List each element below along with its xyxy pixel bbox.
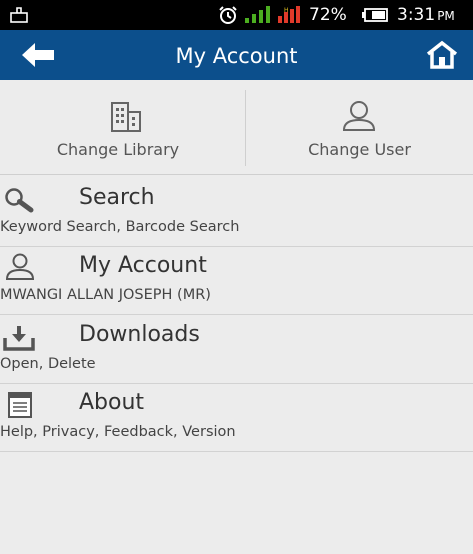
svg-text:H: H [284, 7, 289, 14]
menu-item-search[interactable]: Search Keyword Search, Barcode Search [0, 179, 473, 247]
menu-item-subtitle: MWANGI ALLAN JOSEPH (MR) [0, 287, 211, 303]
clock: 3:31 PM [397, 0, 455, 30]
top-actions: Change Library Change User [0, 82, 473, 175]
menu-item-subtitle: Keyword Search, Barcode Search [0, 219, 240, 235]
search-icon [5, 188, 34, 213]
menu-item-title: My Account [79, 253, 207, 278]
status-bar: H 72% 3:31 PM [0, 0, 473, 30]
menu-item-downloads[interactable]: Downloads Open, Delete [0, 316, 473, 384]
menu-item-title: Downloads [79, 322, 200, 347]
change-user-button[interactable]: Change User [246, 82, 473, 174]
user-icon [342, 101, 376, 131]
user-icon [5, 253, 35, 280]
change-library-label: Change Library [56, 140, 180, 159]
menu-item-subtitle: Open, Delete [0, 356, 96, 372]
change-library-button[interactable]: Change Library [0, 82, 236, 174]
signal-icon [244, 0, 274, 30]
menu-item-title: Search [79, 185, 155, 210]
menu-item-subtitle: Help, Privacy, Feedback, Version [0, 424, 236, 440]
data-signal-icon: H [277, 0, 303, 30]
download-icon [3, 326, 35, 351]
building-icon [111, 102, 141, 132]
notepad-icon [8, 392, 32, 418]
app-bar: My Account [0, 30, 473, 80]
page-title: My Account [175, 44, 298, 68]
battery-percent: 72% [309, 5, 347, 25]
menu-item-title: About [79, 390, 145, 415]
battery-icon [361, 0, 389, 30]
menu-item-about[interactable]: About Help, Privacy, Feedback, Version [0, 384, 473, 452]
change-user-label: Change User [308, 140, 411, 159]
alarm-icon [218, 0, 238, 30]
home-button[interactable] [425, 40, 461, 70]
notification-icon [10, 0, 28, 30]
menu-item-my-account[interactable]: My Account MWANGI ALLAN JOSEPH (MR) [0, 247, 473, 315]
clock-time: 3:31 [397, 5, 436, 25]
clock-ampm: PM [437, 9, 455, 23]
home-icon [426, 40, 458, 69]
